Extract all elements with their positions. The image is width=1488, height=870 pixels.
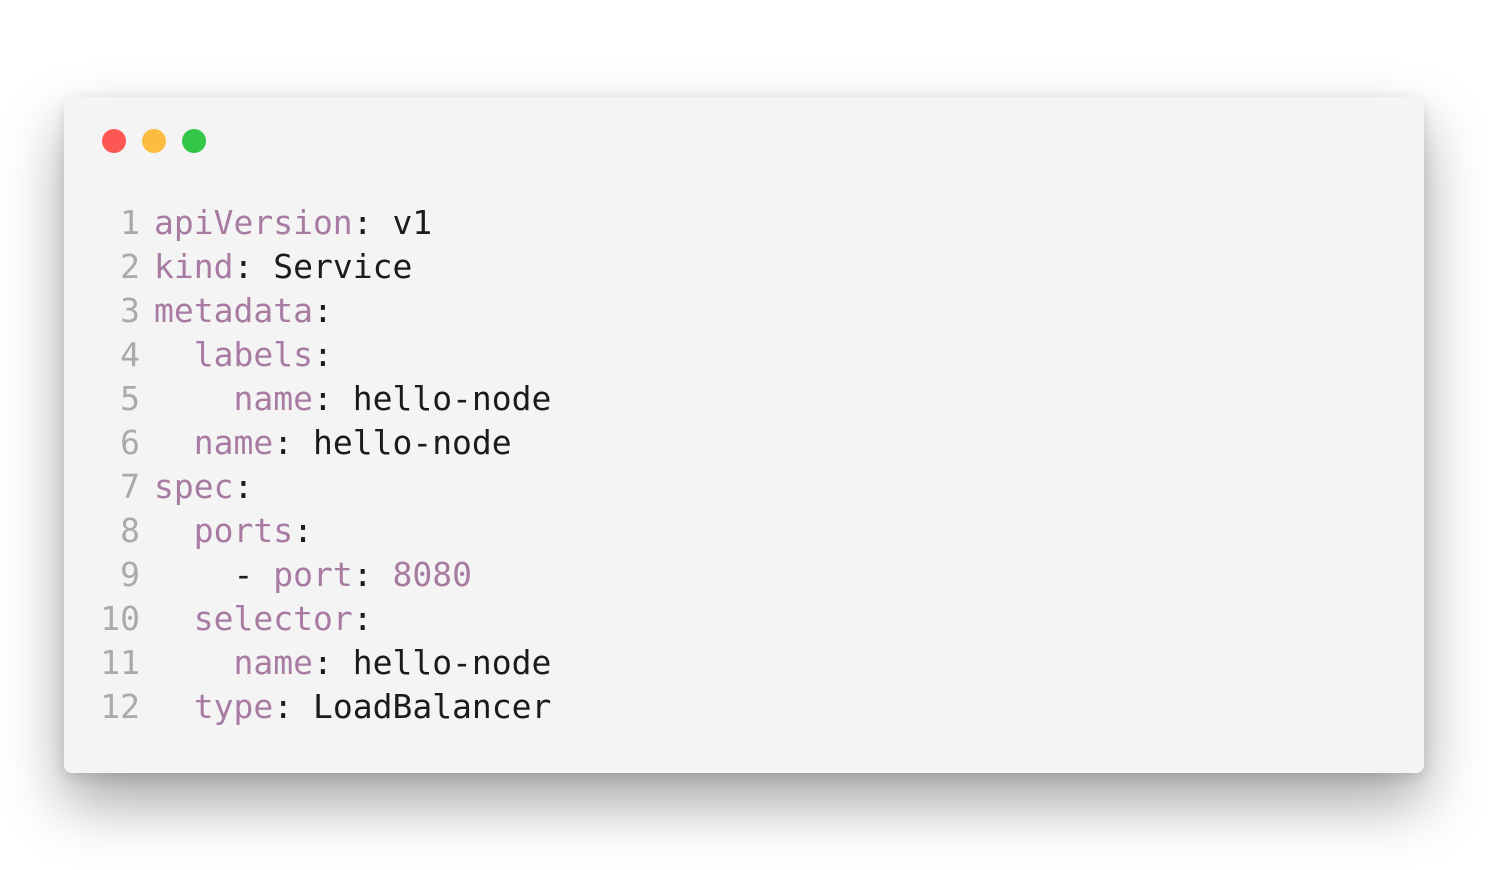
line-number: 5 <box>120 379 140 418</box>
code-line: 9 - port: 8080 <box>64 553 551 597</box>
zoom-button[interactable] <box>182 129 206 153</box>
yaml-value: hello-node <box>352 379 552 418</box>
yaml-key: spec <box>154 467 234 506</box>
yaml-value: Service <box>273 247 413 286</box>
code-line: 4 labels: <box>64 333 551 377</box>
yaml-value: LoadBalancer <box>312 687 552 726</box>
yaml-key: type <box>193 687 274 726</box>
code-line: 5 name: hello-node <box>64 377 551 421</box>
line-number: 9 <box>120 555 140 594</box>
yaml-number: 8080 <box>392 555 472 594</box>
yaml-key: kind <box>154 247 234 286</box>
line-number: 1 <box>120 203 140 242</box>
yaml-key: name <box>233 379 313 418</box>
yaml-key: ports <box>193 511 294 550</box>
yaml-value: v1 <box>392 203 433 242</box>
code-line: 11 name: hello-node <box>64 641 551 685</box>
code-window: 1 apiVersion: v1 2 kind: Service 3 metadata… <box>64 97 1424 773</box>
yaml-key: name <box>233 643 313 682</box>
yaml-value: hello-node <box>312 423 512 462</box>
code-editor: 1 apiVersion: v1 2 kind: Service 3 metadata… <box>64 201 551 729</box>
close-button[interactable] <box>102 129 126 153</box>
minimize-button[interactable] <box>142 129 166 153</box>
line-number: 3 <box>120 291 140 330</box>
code-line: 1 apiVersion: v1 <box>64 201 551 245</box>
yaml-key: selector <box>193 599 353 638</box>
yaml-key: metadata <box>154 291 313 330</box>
line-number: 7 <box>120 467 140 506</box>
code-line: 12 type: LoadBalancer <box>64 685 551 729</box>
window-controls <box>102 129 222 153</box>
code-line: 3 metadata: <box>64 289 551 333</box>
line-number: 2 <box>120 247 140 286</box>
code-line: 10 selector: <box>64 597 551 641</box>
yaml-key: labels <box>193 335 313 374</box>
line-number: 12 <box>100 687 140 726</box>
line-number: 10 <box>100 599 140 638</box>
line-number: 4 <box>120 335 140 374</box>
yaml-key: apiVersion <box>154 203 353 242</box>
code-line: 8 ports: <box>64 509 551 553</box>
yaml-key: name <box>193 423 274 462</box>
yaml-key: port <box>273 555 353 594</box>
code-line: 6 name: hello-node <box>64 421 551 465</box>
code-line: 7 spec: <box>64 465 551 509</box>
line-number: 11 <box>100 643 140 682</box>
line-number: 6 <box>120 423 140 462</box>
yaml-value: hello-node <box>352 643 552 682</box>
code-line: 2 kind: Service <box>64 245 551 289</box>
line-number: 8 <box>120 511 140 550</box>
